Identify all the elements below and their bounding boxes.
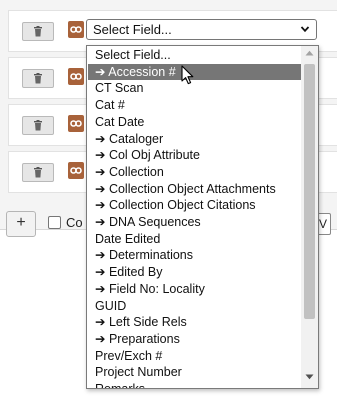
field-option[interactable]: Prev/Exch # — [88, 348, 301, 365]
field-option[interactable]: ➔ Left Side Rels — [88, 314, 301, 331]
field-option[interactable]: Cat # — [88, 97, 301, 114]
collection-object-table-icon — [68, 68, 84, 85]
field-dropdown-list[interactable]: Select Field... ➔ Accession # CT Scan Cat #… — [86, 45, 319, 389]
count-only-label: Co — [66, 215, 83, 230]
dropdown-scrollbar[interactable] — [301, 46, 318, 388]
remove-field-button[interactable] — [22, 69, 54, 88]
trash-icon — [34, 167, 42, 178]
field-option[interactable]: ➔ Edited By — [88, 264, 301, 281]
count-only-checkbox[interactable] — [48, 216, 61, 229]
field-option[interactable]: Remarks — [88, 381, 301, 388]
remove-field-button[interactable] — [22, 22, 54, 41]
field-option[interactable]: GUID — [88, 298, 301, 315]
field-option[interactable]: ➔ Field No: Locality — [88, 281, 301, 298]
chevron-down-icon — [300, 26, 310, 33]
field-option[interactable]: Select Field... — [88, 47, 301, 64]
field-option[interactable]: ➔ Determinations — [88, 247, 301, 264]
add-field-button[interactable]: + — [6, 211, 36, 237]
field-option[interactable]: ➔ DNA Sequences — [88, 214, 301, 231]
field-option[interactable]: ➔ Collection — [88, 164, 301, 181]
trash-icon — [34, 26, 42, 37]
remove-field-button[interactable] — [22, 163, 54, 182]
field-option[interactable]: ➔ Collection Object Attachments — [88, 181, 301, 198]
field-option[interactable]: Cat Date — [88, 114, 301, 131]
field-option[interactable]: ➔ Preparations — [88, 331, 301, 348]
scrollbar-thumb[interactable] — [304, 64, 315, 319]
trash-icon — [34, 73, 42, 84]
collection-object-table-icon — [68, 115, 84, 132]
field-option[interactable]: ➔ Collection Object Citations — [88, 197, 301, 214]
field-option[interactable]: ➔ Col Obj Attribute — [88, 147, 301, 164]
remove-field-button[interactable] — [22, 116, 54, 135]
field-option[interactable]: ➔ Cataloger — [88, 131, 301, 148]
mouse-cursor-icon — [181, 65, 194, 85]
collection-object-table-icon — [68, 21, 84, 38]
collection-object-table-icon — [68, 162, 84, 179]
scroll-down-arrow-icon[interactable] — [305, 374, 314, 380]
scroll-up-arrow-icon[interactable] — [305, 50, 314, 56]
field-select[interactable]: Select Field... — [86, 19, 317, 40]
field-option[interactable]: Project Number — [88, 364, 301, 381]
field-option[interactable]: Date Edited — [88, 231, 301, 248]
field-select-value: Select Field... — [93, 22, 172, 37]
trash-icon — [34, 120, 42, 131]
